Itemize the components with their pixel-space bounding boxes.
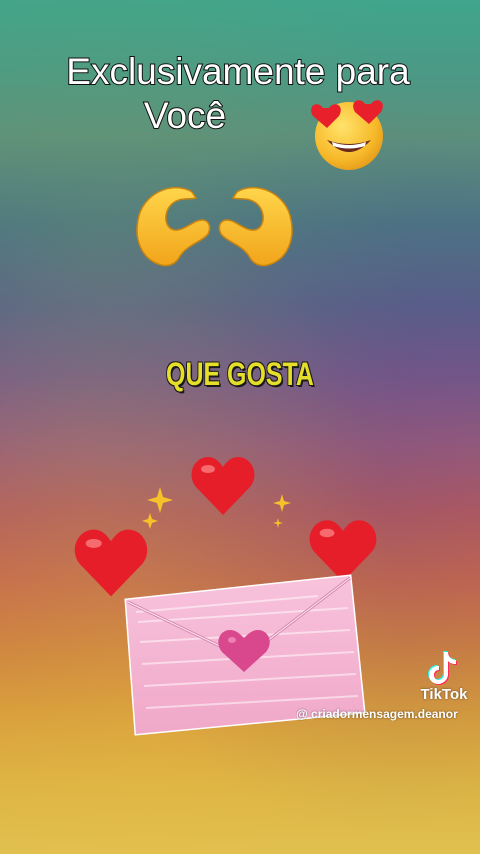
heart-hands-emoji-icon — [136, 187, 293, 267]
tiktok-logo-icon — [428, 651, 457, 685]
red-heart-icon — [191, 457, 255, 515]
heart-eyes-emoji-icon — [311, 100, 383, 170]
sparkles-icon — [142, 487, 173, 529]
sparkles-icon — [273, 494, 291, 528]
title-line-1: Exclusivamente para — [65, 50, 410, 93]
tiktok-brand-label: TikTok — [420, 686, 468, 703]
creator-handle: @ criadormensagem.deanor — [296, 707, 458, 721]
caption-text: QUE GOSTA — [166, 356, 314, 392]
